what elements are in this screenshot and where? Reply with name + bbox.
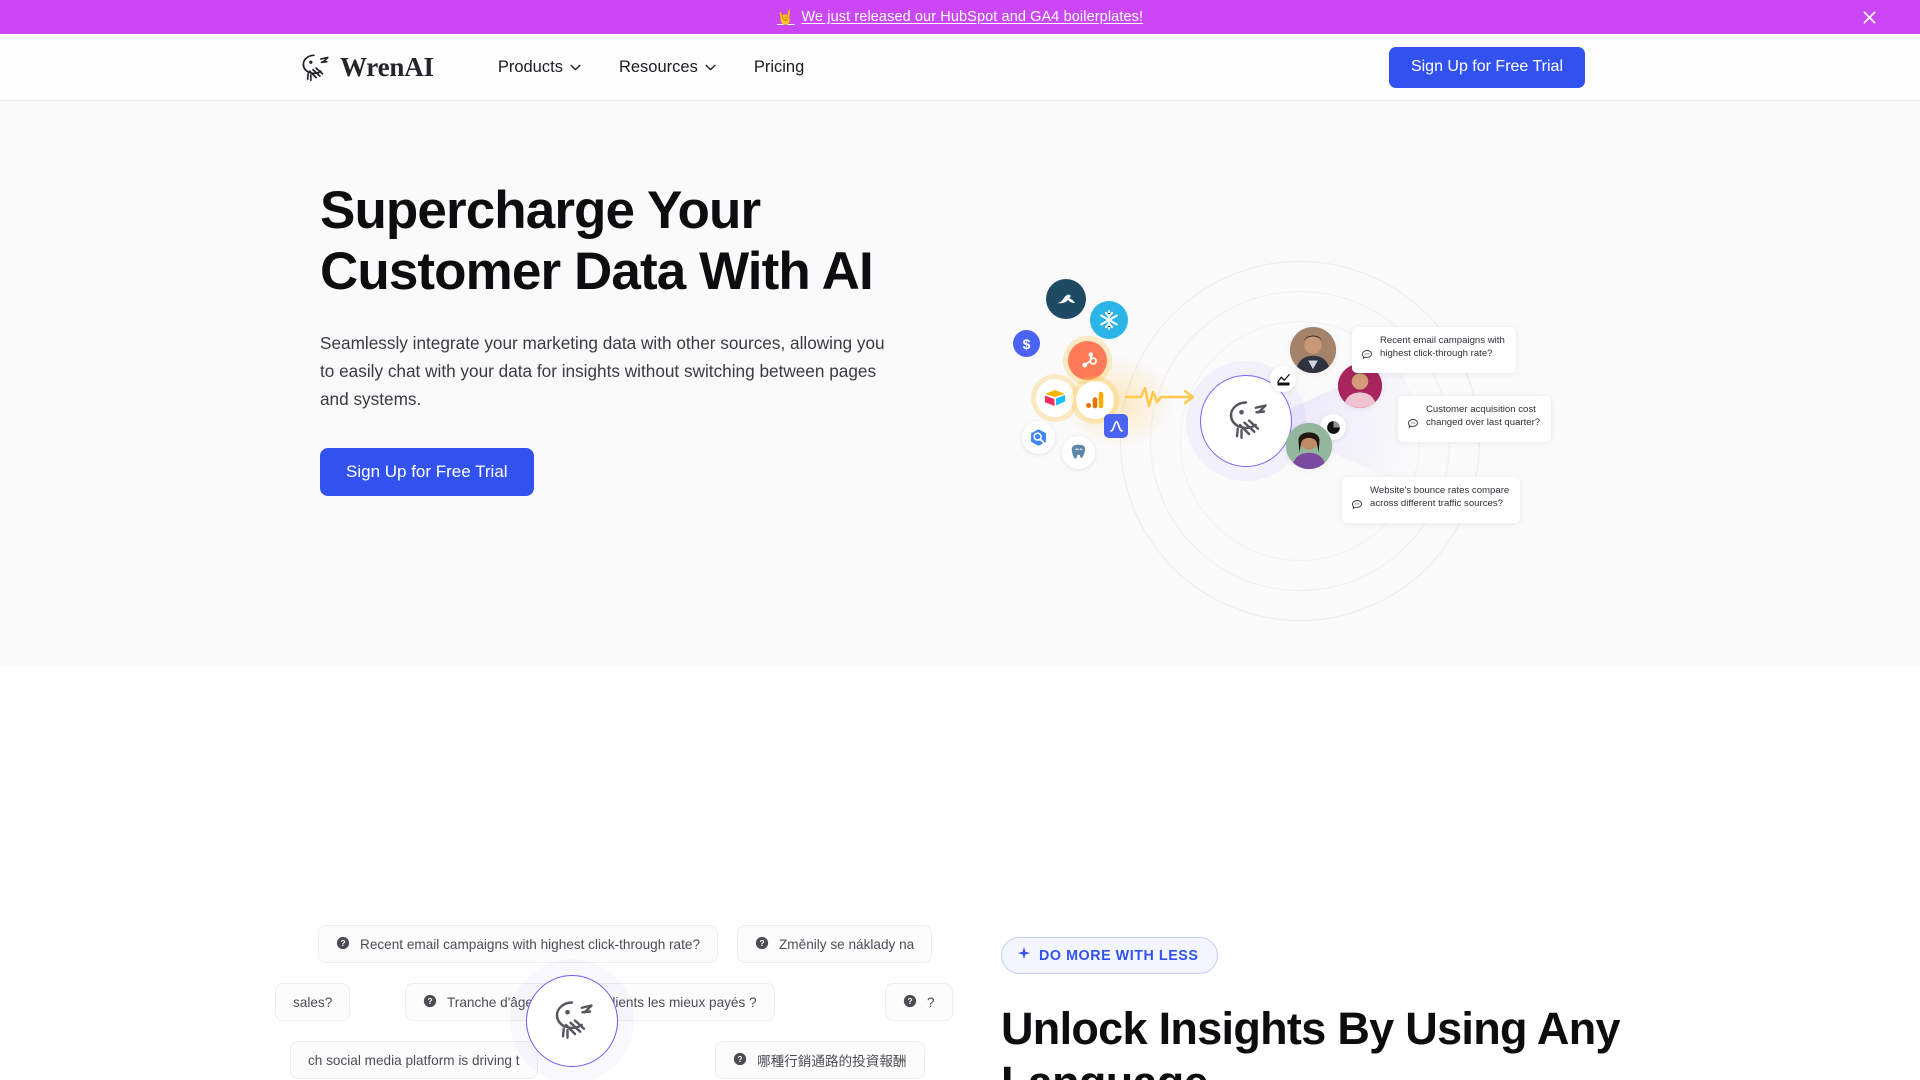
avatar-person-1 (1290, 327, 1336, 373)
question-pill[interactable]: ch social media platform is driving t (290, 1041, 538, 1079)
chat-bubble-1-text: Recent email campaigns with highest clic… (1380, 335, 1505, 360)
question-mark-icon: ? (733, 1052, 747, 1069)
snowflake-icon[interactable] (1090, 301, 1128, 339)
bigquery-icon[interactable] (1022, 421, 1055, 454)
wren-bird-logo-icon (548, 995, 596, 1048)
nav-item-pricing-label: Pricing (753, 57, 805, 76)
nav-item-resources[interactable]: Resources (619, 58, 716, 77)
chat-bubble-3-text: Website's bounce rates compare across di… (1370, 485, 1510, 510)
question-pill[interactable]: ? ? (885, 983, 953, 1021)
chat-bubble-icon (1361, 336, 1373, 365)
hero-illustration: $ Recent email campaigns with highest cl… (1000, 251, 1560, 651)
question-mark-icon: ? (423, 994, 437, 1011)
chevron-down-icon (570, 64, 581, 71)
question-pill-cloud: ? Recent email campaigns with highest cl… (0, 925, 960, 1080)
announcement-banner-text: We just released our HubSpot and GA4 boi… (801, 9, 1144, 25)
brand-logo[interactable]: WrenAI (297, 50, 434, 84)
avatar-person-3 (1286, 423, 1332, 469)
chat-bubble-icon (1407, 405, 1419, 434)
chevron-down-icon (705, 64, 716, 71)
airtable-icon[interactable] (1036, 379, 1074, 417)
question-mark-icon: ? (336, 936, 350, 953)
question-pill[interactable]: ? Recent email campaigns with highest cl… (318, 925, 719, 963)
nav-links: Products Resources Pricing (498, 58, 804, 77)
navbar-signup-button[interactable]: Sign Up for Free Trial (1388, 46, 1585, 88)
do-more-with-less-badge[interactable]: DO MORE WITH LESS (1001, 937, 1219, 974)
chat-bubble-2-text: Customer acquisition cost changed over l… (1426, 404, 1541, 429)
wren-core-badge-secondary (526, 975, 618, 1067)
wren-bird-logo-icon (297, 50, 331, 84)
question-pill[interactable]: ? 哪種行銷通路的投資報酬 (715, 1041, 925, 1079)
chat-bubble-icon (1351, 486, 1363, 515)
close-icon[interactable] (1858, 6, 1880, 28)
svg-text:?: ? (427, 996, 432, 1006)
navbar: WrenAI Products Resources Pricing Sign U… (0, 34, 1920, 101)
question-pill[interactable]: ? Změnily se náklady na (737, 925, 933, 963)
svg-text:?: ? (340, 938, 345, 948)
question-pill-text: Recent email campaigns with highest clic… (360, 936, 701, 952)
nav-item-pricing[interactable]: Pricing (754, 58, 804, 77)
question-pill[interactable]: sales? (275, 983, 351, 1021)
svg-text:?: ? (907, 996, 912, 1006)
hero-section: Supercharge Your Customer Data With AI S… (0, 101, 1920, 667)
chat-bubble-3[interactable]: Website's bounce rates compare across di… (1342, 477, 1521, 524)
mysql-icon[interactable] (1046, 279, 1086, 319)
question-pill-text: Změnily se náklady na (779, 936, 915, 952)
language-section-copy: DO MORE WITH LESS Unlock Insights By Usi… (1001, 937, 1641, 1080)
brand-name: WrenAI (340, 51, 434, 82)
question-pill-text: ? (927, 994, 935, 1010)
hero-subtitle: Seamlessly integrate your marketing data… (320, 332, 885, 409)
language-section: ? Recent email campaigns with highest cl… (0, 667, 1920, 1080)
stripe-icon[interactable]: $ (1013, 330, 1040, 357)
do-more-with-less-badge-label: DO MORE WITH LESS (1039, 947, 1199, 964)
nav-item-products-label: Products (497, 57, 563, 76)
question-pill-text: 哪種行銷通路的投資報酬 (757, 1054, 907, 1069)
stripe-dollar-glyph: $ (1022, 335, 1031, 352)
question-pill-text: ch social media platform is driving t (308, 1052, 520, 1068)
svg-text:?: ? (759, 938, 764, 948)
nav-item-products[interactable]: Products (498, 58, 581, 77)
question-mark-icon: ? (755, 936, 769, 953)
language-section-title: Unlock Insights By Using Any Language (1001, 1003, 1621, 1080)
hero-signup-button[interactable]: Sign Up for Free Trial (320, 447, 534, 496)
amplitude-icon[interactable] (1104, 414, 1128, 438)
rock-on-hand-emoji: 🤘 (776, 9, 795, 25)
hero-copy: Supercharge Your Customer Data With AI S… (320, 180, 920, 496)
announcement-banner: 🤘 We just released our HubSpot and GA4 b… (0, 0, 1920, 34)
postgresql-icon[interactable] (1062, 436, 1095, 469)
hero-title: Supercharge Your Customer Data With AI (320, 181, 874, 302)
svg-text:?: ? (737, 1054, 742, 1064)
sparkle-icon (1017, 946, 1031, 965)
announcement-banner-link[interactable]: 🤘 We just released our HubSpot and GA4 b… (777, 9, 1143, 25)
question-pill-text: sales? (293, 994, 333, 1010)
wren-bird-logo-icon (1222, 395, 1270, 448)
nav-item-resources-label: Resources (618, 57, 698, 76)
chat-bubble-1[interactable]: Recent email campaigns with highest clic… (1352, 327, 1516, 374)
hubspot-icon[interactable] (1068, 341, 1107, 380)
question-mark-icon: ? (903, 994, 917, 1011)
chat-bubble-2[interactable]: Customer acquisition cost changed over l… (1398, 396, 1552, 443)
signal-pulse-icon (1123, 384, 1197, 415)
